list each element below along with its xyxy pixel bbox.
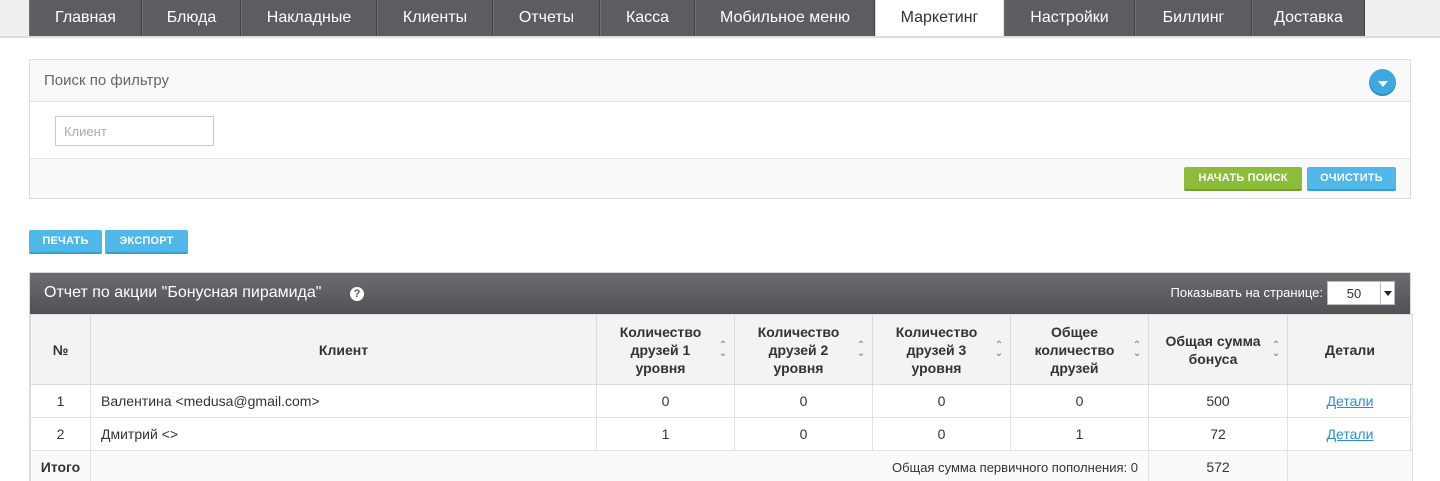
print-button[interactable]: ПЕЧАТЬ xyxy=(29,230,102,254)
col-header-friends-l1-label: Количество друзей 1 уровня xyxy=(619,323,702,376)
tab-clients[interactable]: Клиенты xyxy=(377,0,493,36)
tab-settings[interactable]: Настройки xyxy=(1004,0,1135,36)
cell-bonus: 500 xyxy=(1148,384,1288,418)
dropdown-arrow-icon xyxy=(1380,282,1394,304)
tab-invoices[interactable]: Накладные xyxy=(241,0,377,36)
filter-body xyxy=(30,102,1410,159)
cell-friends-l1: 0 xyxy=(596,384,735,418)
tab-home[interactable]: Главная xyxy=(29,0,142,36)
sort-icon[interactable]: ⌃ ⌄ xyxy=(718,340,728,358)
nav-tabs: Главная Блюда Накладные Клиенты Отчеты К… xyxy=(29,0,1365,36)
tab-billing[interactable]: Биллинг xyxy=(1135,0,1252,36)
tab-cashier[interactable]: Касса xyxy=(600,0,695,36)
initial-topup-total: Общая сумма первичного пополнения: 0 xyxy=(90,450,1149,481)
filter-header: Поиск по фильтру xyxy=(30,60,1410,102)
start-search-button[interactable]: НАЧАТЬ ПОИСК xyxy=(1184,167,1302,191)
cell-friends-l2: 0 xyxy=(734,384,873,418)
bonus-sum-total: 572 xyxy=(1148,450,1288,481)
table-row: 1 Валентина <medusa@gmail.com> 0 0 0 0 5… xyxy=(30,384,1413,418)
tab-reports[interactable]: Отчеты xyxy=(493,0,600,36)
col-header-friends-l3[interactable]: Количество друзей 3 уровня ⌃ ⌄ xyxy=(872,314,1011,385)
report-header: Отчет по акции "Бонусная пирамида" ? Пок… xyxy=(30,273,1410,314)
col-header-bonus-total[interactable]: Общая сумма бонуса ⌃ ⌄ xyxy=(1148,314,1288,385)
cell-client: Дмитрий <> xyxy=(90,417,597,451)
tab-mobile-menu[interactable]: Мобильное меню xyxy=(695,0,875,36)
col-header-friends-l3-label: Количество друзей 3 уровня xyxy=(895,323,978,376)
cell-friends-total: 0 xyxy=(1010,384,1149,418)
col-header-bonus-total-label: Общая сумма бонуса xyxy=(1165,332,1261,367)
report-table: № Клиент Количество друзей 1 уровня ⌃ ⌄ Ко… xyxy=(30,314,1413,481)
cell-details: Детали xyxy=(1287,384,1413,418)
sort-icon[interactable]: ⌃ ⌄ xyxy=(856,340,866,358)
col-header-num: № xyxy=(30,314,91,385)
cell-friends-l1: 1 xyxy=(596,417,735,451)
details-link[interactable]: Детали xyxy=(1327,426,1374,442)
report-panel: Отчет по акции "Бонусная пирамида" ? Пок… xyxy=(29,272,1413,481)
cell-friends-l2: 0 xyxy=(734,417,873,451)
details-link[interactable]: Детали xyxy=(1327,393,1374,409)
cell-friends-total: 1 xyxy=(1010,417,1149,451)
sort-icon[interactable]: ⌃ ⌄ xyxy=(994,340,1004,358)
table-header-row: № Клиент Количество друзей 1 уровня ⌃ ⌄ Ко… xyxy=(30,314,1413,385)
perpage-select[interactable]: 50 xyxy=(1327,281,1395,305)
totals-empty-cell xyxy=(1287,450,1413,481)
export-button[interactable]: ЭКСПОРТ xyxy=(105,230,188,254)
tab-delivery[interactable]: Доставка xyxy=(1252,0,1365,36)
col-header-details: Детали xyxy=(1287,314,1413,385)
top-navigation: Главная Блюда Накладные Клиенты Отчеты К… xyxy=(0,0,1440,38)
cell-client: Валентина <medusa@gmail.com> xyxy=(90,384,597,418)
perpage-value: 50 xyxy=(1346,285,1362,301)
cell-details: Детали xyxy=(1287,417,1413,451)
chevron-down-icon[interactable] xyxy=(1369,69,1396,96)
col-header-client: Клиент xyxy=(90,314,597,385)
report-title: Отчет по акции "Бонусная пирамида" xyxy=(44,284,322,301)
cell-num: 1 xyxy=(30,384,91,418)
filter-panel: Поиск по фильтру НАЧАТЬ ПОИСК ОЧИСТИТЬ xyxy=(29,59,1411,199)
clear-button[interactable]: ОЧИСТИТЬ xyxy=(1307,167,1396,191)
question-icon[interactable]: ? xyxy=(350,287,364,301)
filter-footer: НАЧАТЬ ПОИСК ОЧИСТИТЬ xyxy=(30,159,1410,198)
col-header-friends-total-label: Общее количество друзей xyxy=(1034,323,1115,376)
sort-icon[interactable]: ⌃ ⌄ xyxy=(1132,340,1142,358)
cell-bonus: 72 xyxy=(1148,417,1288,451)
sort-icon[interactable]: ⌃ ⌄ xyxy=(1271,340,1281,358)
col-header-friends-l2[interactable]: Количество друзей 2 уровня ⌃ ⌄ xyxy=(734,314,873,385)
totals-row: Итого Общая сумма первичного пополнения:… xyxy=(30,450,1413,481)
perpage-label: Показывать на странице: xyxy=(1170,285,1324,300)
cell-friends-l3: 0 xyxy=(872,417,1011,451)
totals-label: Итого xyxy=(30,450,91,481)
client-filter-input[interactable] xyxy=(55,116,214,146)
cell-friends-l3: 0 xyxy=(872,384,1011,418)
col-header-friends-total[interactable]: Общее количество друзей ⌃ ⌄ xyxy=(1010,314,1149,385)
col-header-friends-l1[interactable]: Количество друзей 1 уровня ⌃ ⌄ xyxy=(596,314,735,385)
tab-marketing[interactable]: Маркетинг xyxy=(875,0,1004,36)
col-header-friends-l2-label: Количество друзей 2 уровня xyxy=(757,323,840,376)
cell-num: 2 xyxy=(30,417,91,451)
filter-title: Поиск по фильтру xyxy=(44,72,170,89)
table-row: 2 Дмитрий <> 1 0 0 1 72 Детали xyxy=(30,417,1413,451)
tab-dishes[interactable]: Блюда xyxy=(142,0,241,36)
